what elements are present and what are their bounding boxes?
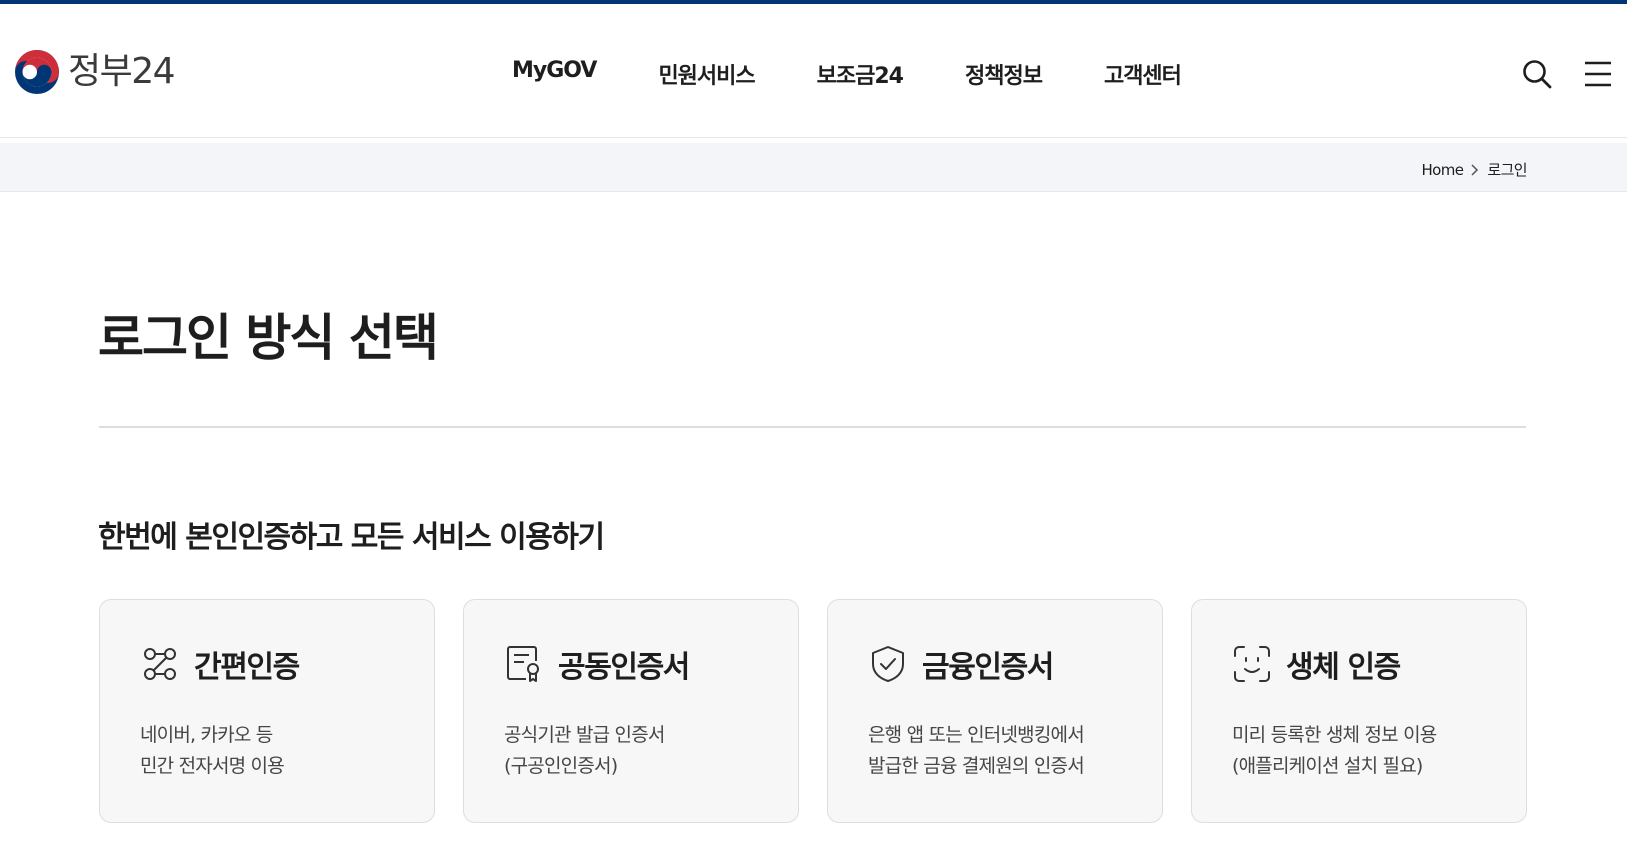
page-title: 로그인 방식 선택 xyxy=(98,309,439,367)
nav-item-subsidy24[interactable]: 보조금24 xyxy=(817,58,904,90)
taegeuk-logo-icon xyxy=(15,50,59,94)
card-desc-line: (애플리케이션 설치 필요) xyxy=(1232,755,1423,777)
breadcrumb-home-link[interactable]: Home xyxy=(1421,161,1464,179)
search-icon xyxy=(1523,60,1552,89)
breadcrumb-current: 로그인 xyxy=(1487,161,1527,179)
card-desc-line: 민간 전자서명 이용 xyxy=(140,755,285,777)
logo-text: 정부24 xyxy=(68,51,176,92)
search-button[interactable] xyxy=(1522,59,1552,89)
nav-item-mygov[interactable]: MyGOV xyxy=(512,58,597,90)
card-description: 은행 앱 또는 인터넷뱅킹에서 발급한 금융 결제원의 인증서 xyxy=(868,720,1122,782)
shield-check-icon xyxy=(872,646,904,682)
hamburger-menu-icon xyxy=(1585,61,1611,87)
card-description: 미리 등록한 생체 정보 이용 (애플리케이션 설치 필요) xyxy=(1232,720,1486,782)
login-card-joint-certificate[interactable]: 공동인증서 공식기관 발급 인증서 (구공인인증서) xyxy=(463,599,799,823)
card-header: 공동인증서 xyxy=(504,642,758,686)
card-header: 금융인증서 xyxy=(868,642,1122,686)
card-desc-line: (구공인인증서) xyxy=(504,755,618,777)
certificate-icon xyxy=(507,646,539,682)
connected-nodes-icon xyxy=(144,648,176,680)
login-card-simple-auth[interactable]: 간편인증 네이버, 카카오 등 민간 전자서명 이용 xyxy=(99,599,435,823)
face-id-icon xyxy=(1234,646,1270,682)
breadcrumb-bar: Home 로그인 xyxy=(0,143,1627,192)
nav-item-policy-info[interactable]: 정책정보 xyxy=(965,58,1043,90)
card-title: 공동인증서 xyxy=(558,650,690,685)
login-method-cards: 간편인증 네이버, 카카오 등 민간 전자서명 이용 공동인증서 공식기관 발급… xyxy=(99,599,1527,823)
card-title: 생체 인증 xyxy=(1286,650,1401,685)
card-description: 네이버, 카카오 등 민간 전자서명 이용 xyxy=(140,720,394,782)
card-desc-line: 네이버, 카카오 등 xyxy=(140,724,273,746)
main-navigation: MyGOV 민원서비스 보조금24 정책정보 고객센터 xyxy=(512,58,1182,90)
nav-item-customer-center[interactable]: 고객센터 xyxy=(1104,58,1182,90)
card-desc-line: 발급한 금융 결제원의 인증서 xyxy=(868,755,1085,777)
site-logo[interactable]: 정부24 xyxy=(14,49,176,95)
card-desc-line: 미리 등록한 생체 정보 이용 xyxy=(1232,724,1437,746)
breadcrumb: Home 로그인 xyxy=(1421,159,1527,180)
login-card-financial-certificate[interactable]: 금융인증서 은행 앱 또는 인터넷뱅킹에서 발급한 금융 결제원의 인증서 xyxy=(827,599,1163,823)
card-desc-line: 공식기관 발급 인증서 xyxy=(504,724,665,746)
title-divider xyxy=(99,426,1526,428)
card-header: 생체 인증 xyxy=(1232,642,1486,686)
site-header: 정부24 MyGOV 민원서비스 보조금24 정책정보 고객센터 xyxy=(0,4,1627,138)
card-description: 공식기관 발급 인증서 (구공인인증서) xyxy=(504,720,758,782)
card-title: 간편인증 xyxy=(194,650,300,685)
card-header: 간편인증 xyxy=(140,642,394,686)
menu-button[interactable] xyxy=(1584,60,1612,88)
card-title: 금융인증서 xyxy=(922,650,1054,685)
nav-item-civil-services[interactable]: 민원서비스 xyxy=(658,58,755,90)
section-title: 한번에 본인인증하고 모든 서비스 이용하기 xyxy=(98,520,605,555)
chevron-right-icon xyxy=(1471,163,1479,176)
card-desc-line: 은행 앱 또는 인터넷뱅킹에서 xyxy=(868,724,1085,746)
login-card-biometric-auth[interactable]: 생체 인증 미리 등록한 생체 정보 이용 (애플리케이션 설치 필요) xyxy=(1191,599,1527,823)
